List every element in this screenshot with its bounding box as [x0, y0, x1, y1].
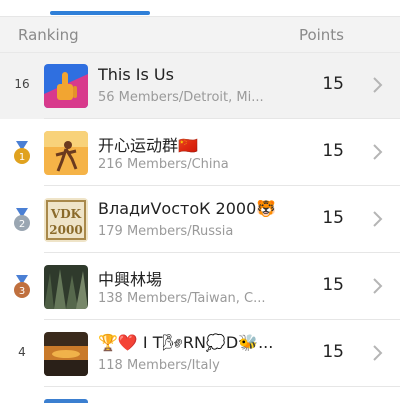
row-divider [44, 319, 400, 320]
group-subtitle: 216 Members/China [98, 157, 229, 172]
gold-medal-icon: 1 [14, 141, 30, 164]
group-title: 中興林場 [98, 270, 163, 289]
svg-text:VDK: VDK [50, 207, 82, 221]
leaderboard-row-16[interactable]: 16 This Is Us 56 Members/Detroit, Mi... … [0, 53, 400, 119]
group-subtitle: 138 Members/Taiwan, C... [98, 291, 266, 306]
points-value: 15 [322, 141, 344, 161]
medal-rank: 1 [19, 152, 25, 163]
chevron-right-icon [373, 278, 383, 294]
group-title: This Is Us [98, 65, 174, 84]
chevron-right-icon [373, 345, 383, 361]
list-header: Ranking Points [0, 17, 400, 53]
silver-medal-icon: 2 [14, 208, 30, 231]
row-divider [44, 252, 400, 253]
row-divider [44, 386, 400, 387]
active-tab-indicator [50, 11, 150, 15]
leaderboard-row-3[interactable]: 3 中興林場 138 Members/Taiwan, C... 15 [0, 254, 400, 320]
ranking-column-label: Ranking [18, 26, 79, 44]
group-subtitle: 56 Members/Detroit, Mi... [98, 90, 264, 105]
leaderboard-row-1[interactable]: 1 开心运动群🇨🇳 216 Members/China 15 [0, 120, 400, 186]
points-value: 15 [322, 74, 344, 94]
row-divider [44, 185, 400, 186]
medal-rank: 3 [19, 286, 25, 297]
forest-photo [44, 265, 88, 309]
leaderboard-row-next[interactable] [0, 388, 400, 403]
vdk-logo: VDK 2000 [44, 198, 88, 242]
points-value: 15 [322, 342, 344, 362]
rank-number: 4 [18, 345, 26, 359]
points-column-label: Points [298, 26, 344, 44]
chevron-right-icon [373, 211, 383, 227]
svg-text:2000: 2000 [49, 223, 82, 237]
top-tab-bar [0, 0, 400, 17]
bronze-medal-icon: 3 [14, 275, 30, 298]
leaderboard-row-4[interactable]: 4 🏆❤️ I T🌬RN💭D🐝... 118 Members/Italy 15 [0, 321, 400, 387]
group-subtitle: 118 Members/Italy [98, 358, 220, 373]
group-subtitle: 179 Members/Russia [98, 224, 234, 239]
points-value: 15 [322, 275, 344, 295]
chevron-right-icon [373, 144, 383, 160]
leaderboard-row-2[interactable]: 2 VDK 2000 ВладиVостоК 2000🐯 179 Members… [0, 187, 400, 253]
row-divider [44, 118, 400, 119]
medal-rank: 2 [19, 219, 25, 230]
group-title: ВладиVостоК 2000🐯 [98, 199, 277, 218]
group-title: 🏆❤️ I T🌬RN💭D🐝... [98, 333, 274, 352]
thumbs-up-icon [44, 64, 88, 108]
sunset-photo [44, 332, 88, 376]
runner-photo [44, 131, 88, 175]
rank-number: 16 [14, 77, 30, 91]
group-title: 开心运动群🇨🇳 [98, 136, 198, 155]
chevron-right-icon [373, 77, 383, 93]
points-value: 15 [322, 208, 344, 228]
